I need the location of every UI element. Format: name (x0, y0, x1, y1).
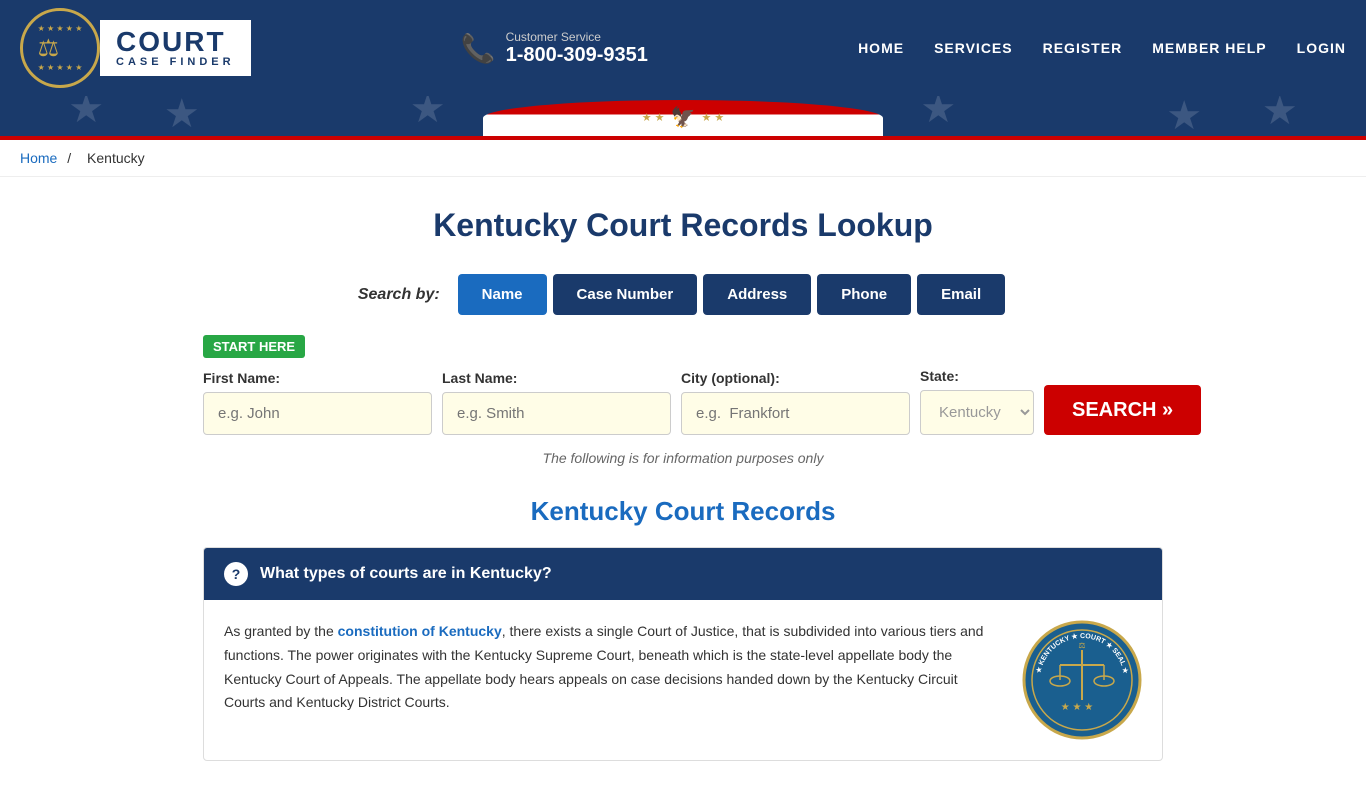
faq-item: ? What types of courts are in Kentucky? … (203, 547, 1163, 761)
city-input[interactable] (681, 392, 910, 435)
svg-text:★ ★ ★: ★ ★ ★ (1061, 702, 1093, 713)
nav-login[interactable]: LOGIN (1297, 40, 1346, 56)
breadcrumb-separator: / (67, 150, 71, 166)
logo-area: ★ ★ ★ ★ ★ ⚖ ★ ★ ★ ★ ★ COURT CASE FINDER (20, 8, 251, 88)
start-here-badge: START HERE (203, 335, 305, 358)
tab-email[interactable]: Email (917, 274, 1005, 315)
breadcrumb-home[interactable]: Home (20, 150, 57, 166)
cs-text-block: Customer Service 1-800-309-9351 (506, 30, 648, 67)
bg-star: ★ (1166, 96, 1202, 136)
cs-phone: 1-800-309-9351 (506, 44, 648, 67)
nav-services[interactable]: SERVICES (934, 40, 1013, 56)
star-right: ★ ★ (701, 111, 724, 124)
header-banner: ★ ★ ★ ★ ★ ★ ★ ★ 🦅 ★ ★ (0, 96, 1366, 136)
constitution-link[interactable]: constitution of Kentucky (338, 623, 502, 639)
first-name-input[interactable] (203, 392, 432, 435)
eagle-icon: 🦅 (671, 105, 696, 130)
page-title: Kentucky Court Records Lookup (203, 207, 1163, 244)
first-name-group: First Name: (203, 370, 432, 435)
faq-body: As granted by the constitution of Kentuc… (204, 600, 1162, 760)
info-note: The following is for information purpose… (203, 450, 1163, 466)
nav-member-help[interactable]: MEMBER HELP (1152, 40, 1266, 56)
svg-text:⚖: ⚖ (1078, 641, 1085, 650)
bg-star: ★ (68, 96, 104, 132)
logo-case-finder-word: CASE FINDER (116, 56, 235, 68)
star-left: ★ ★ (642, 111, 665, 124)
state-group: State: Kentucky Alabama Alaska Arizona C… (920, 368, 1034, 435)
last-name-label: Last Name: (442, 370, 671, 386)
phone-icon: 📞 (461, 32, 496, 65)
customer-service: 📞 Customer Service 1-800-309-9351 (461, 30, 648, 67)
main-content: Kentucky Court Records Lookup Search by:… (183, 177, 1183, 801)
city-label: City (optional): (681, 370, 910, 386)
bg-star: ★ (410, 96, 446, 132)
faq-icon: ? (224, 562, 248, 586)
nav-home[interactable]: HOME (858, 40, 904, 56)
header-red-line (0, 136, 1366, 140)
section-title: Kentucky Court Records (203, 496, 1163, 527)
last-name-group: Last Name: (442, 370, 671, 435)
nav-register[interactable]: REGISTER (1043, 40, 1123, 56)
faq-question: What types of courts are in Kentucky? (260, 565, 552, 583)
search-form: First Name: Last Name: City (optional): … (203, 368, 1163, 435)
tab-phone[interactable]: Phone (817, 274, 911, 315)
faq-header[interactable]: ? What types of courts are in Kentucky? (204, 548, 1162, 600)
scales-icon: ⚖ (38, 34, 83, 63)
first-name-label: First Name: (203, 370, 432, 386)
state-select[interactable]: Kentucky Alabama Alaska Arizona Californ… (920, 390, 1034, 435)
search-by-row: Search by: Name Case Number Address Phon… (203, 274, 1163, 315)
logo-court-word: COURT (116, 28, 235, 56)
tab-name[interactable]: Name (458, 274, 547, 315)
bg-star: ★ (164, 96, 200, 136)
bg-star: ★ (1262, 96, 1298, 134)
cs-label: Customer Service (506, 30, 648, 44)
tab-address[interactable]: Address (703, 274, 811, 315)
breadcrumb: Home / Kentucky (0, 140, 1366, 177)
faq-text: As granted by the constitution of Kentuc… (224, 620, 1002, 715)
search-by-label: Search by: (358, 286, 440, 304)
bg-star: ★ (920, 96, 956, 132)
site-header: ★ ★ ★ ★ ★ ⚖ ★ ★ ★ ★ ★ COURT CASE FINDER … (0, 0, 1366, 140)
state-label: State: (920, 368, 1034, 384)
search-button[interactable]: SEARCH » (1044, 385, 1201, 435)
city-group: City (optional): (681, 370, 910, 435)
last-name-input[interactable] (442, 392, 671, 435)
kentucky-seal: ★ KENTUCKY ★ COURT ★ SEAL ★ ★ ★ ★ ⚖ (1022, 620, 1142, 740)
main-nav: HOME SERVICES REGISTER MEMBER HELP LOGIN (858, 40, 1346, 56)
logo-circle: ★ ★ ★ ★ ★ ⚖ ★ ★ ★ ★ ★ (20, 8, 100, 88)
logo-text: COURT CASE FINDER (100, 20, 251, 76)
breadcrumb-current: Kentucky (87, 150, 145, 166)
tab-case-number[interactable]: Case Number (553, 274, 698, 315)
